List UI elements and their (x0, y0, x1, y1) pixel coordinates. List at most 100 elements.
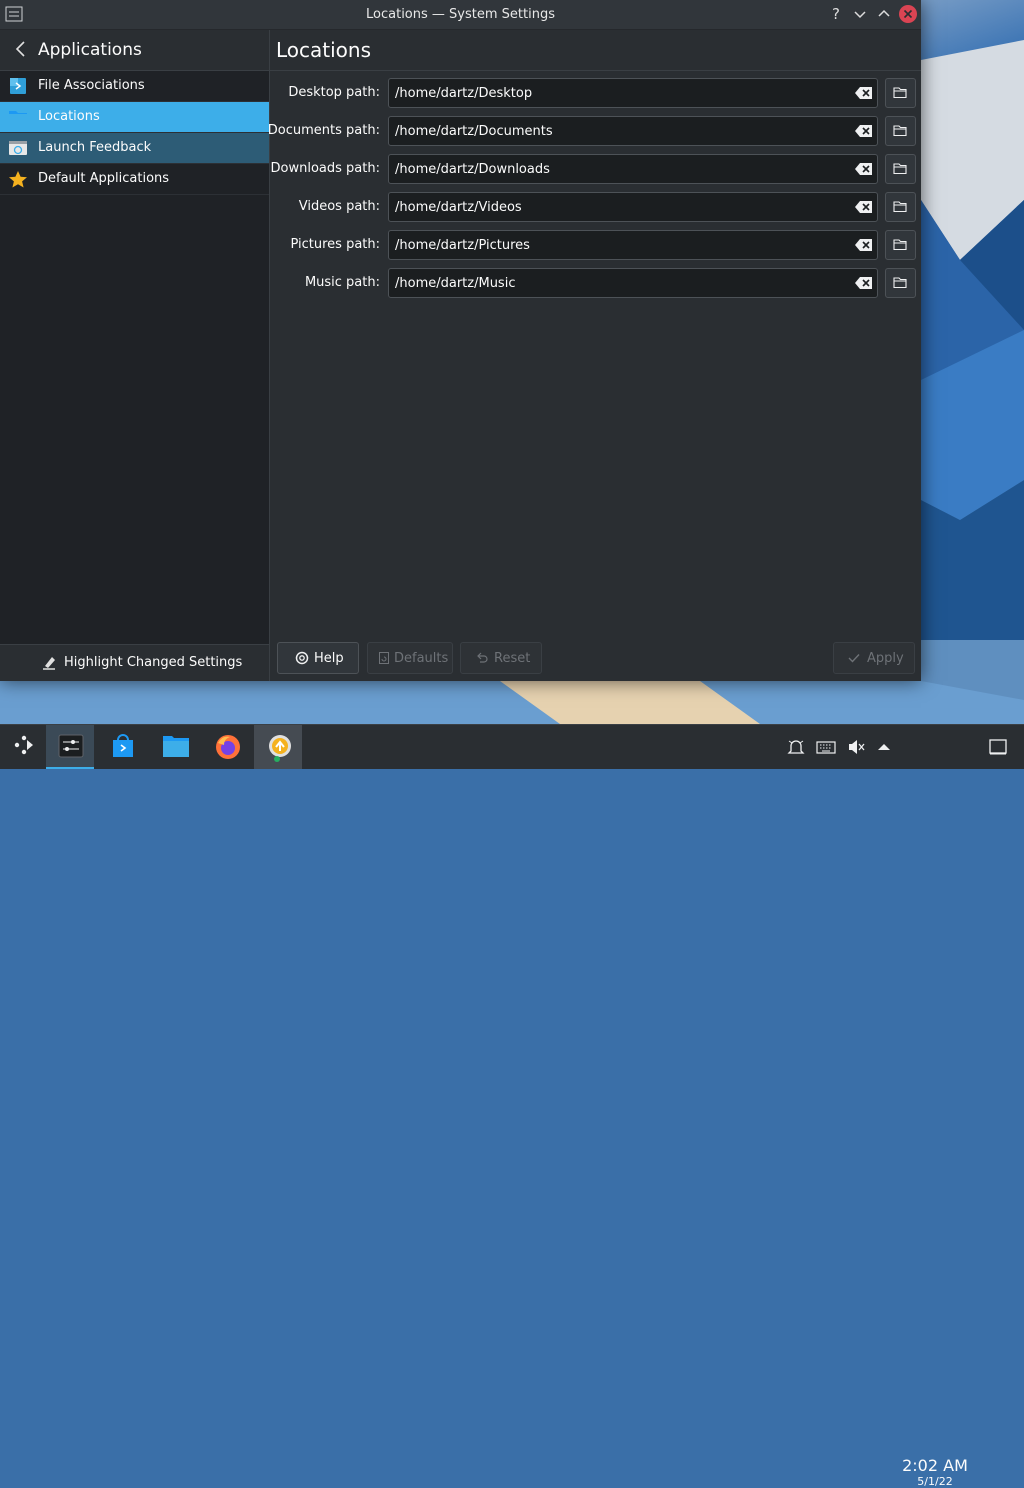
apply-button-label: Apply (867, 651, 904, 666)
minimize-button[interactable] (851, 5, 869, 23)
downloads-browse-button[interactable] (885, 154, 916, 184)
volume-muted-icon[interactable] (846, 737, 866, 757)
clear-text-icon[interactable] (855, 276, 873, 290)
notifications-icon[interactable] (786, 737, 806, 757)
music-path-input[interactable] (395, 269, 835, 297)
sidebar-item-file-associations[interactable]: File Associations (0, 71, 269, 102)
clear-text-icon[interactable] (855, 124, 873, 138)
clock-time[interactable]: 2:02 AM (895, 1456, 975, 1475)
open-folder-icon (893, 201, 907, 213)
documents-path-field (388, 116, 878, 146)
open-folder-icon (893, 239, 907, 251)
documents-path-input[interactable] (395, 117, 835, 145)
file-manager-icon (163, 736, 189, 757)
file-associations-icon (10, 78, 26, 94)
videos-path-field (388, 192, 878, 222)
open-folder-icon (893, 163, 907, 175)
music-path-field (388, 268, 878, 298)
system-settings-icon (58, 734, 84, 758)
clear-text-icon[interactable] (855, 200, 873, 214)
checkmark-icon (848, 654, 860, 663)
discover-store-icon (113, 734, 133, 757)
taskbar-firefox[interactable] (202, 725, 250, 769)
sidebar-item-default-applications[interactable]: Default Applications (0, 164, 269, 195)
taskbar-updater[interactable] (254, 725, 302, 769)
path-label: Documents path: (267, 123, 380, 138)
path-label: Desktop path: (288, 85, 380, 100)
videos-path-row: Videos path: (270, 192, 921, 222)
clock-date[interactable]: 5/1/22 (895, 1475, 975, 1488)
sidebar-header: Applications (0, 30, 269, 71)
open-folder-icon (893, 87, 907, 99)
sidebar-item-label: Default Applications (38, 171, 170, 186)
help-lifebuoy-icon (295, 651, 309, 665)
path-label: Pictures path: (290, 237, 380, 252)
help-titlebar-button[interactable]: ? (827, 5, 845, 23)
music-path-row: Music path: (270, 268, 921, 298)
maximize-button[interactable] (875, 5, 893, 23)
open-folder-icon (893, 125, 907, 137)
help-button[interactable]: Help (277, 642, 359, 674)
chevron-down-icon (854, 11, 866, 19)
pictures-path-row: Pictures path: (270, 230, 921, 260)
sidebar-item-label: File Associations (38, 78, 145, 93)
clear-text-icon[interactable] (855, 238, 873, 252)
application-launcher-button[interactable] (0, 725, 48, 769)
downloads-path-field (388, 154, 878, 184)
path-label: Downloads path: (270, 161, 380, 176)
taskbar-discover[interactable] (98, 725, 146, 769)
sidebar-list: File Associations Locations Launch Feedb… (0, 71, 269, 195)
title-bar: Locations — System Settings ? (0, 0, 921, 30)
pictures-path-field (388, 230, 878, 260)
sidebar: Applications File Associations Locations (0, 30, 270, 681)
close-button[interactable] (899, 5, 917, 23)
pictures-browse-button[interactable] (885, 230, 916, 260)
firefox-icon (216, 735, 240, 759)
tray-expand-icon[interactable] (874, 737, 894, 757)
videos-path-input[interactable] (395, 193, 835, 221)
path-label: Videos path: (298, 199, 380, 214)
videos-browse-button[interactable] (885, 192, 916, 222)
downloads-path-input[interactable] (395, 155, 835, 183)
clear-text-icon[interactable] (855, 86, 873, 100)
star-icon (9, 171, 27, 188)
launch-feedback-icon (9, 141, 27, 155)
apply-button[interactable]: Apply (833, 642, 915, 674)
documents-browse-button[interactable] (885, 116, 916, 146)
keyboard-icon[interactable] (816, 737, 836, 757)
desktop-path-field (388, 78, 878, 108)
back-arrow-icon[interactable] (12, 39, 30, 59)
taskbar: 2:02 AM 5/1/22 (0, 724, 1024, 1488)
sidebar-item-locations[interactable]: Locations (0, 102, 269, 133)
folder-icon (9, 111, 27, 124)
reset-button-label: Reset (494, 651, 531, 666)
window-title: Locations — System Settings (366, 7, 555, 22)
close-icon (903, 9, 913, 19)
sidebar-item-label: Launch Feedback (38, 140, 152, 155)
defaults-button-label: Defaults (394, 651, 449, 666)
documents-path-row: Documents path: (267, 116, 921, 146)
document-revert-icon (379, 652, 389, 664)
downloads-path-row: Downloads path: (270, 154, 921, 184)
system-settings-window: Locations — System Settings ? Applicatio… (0, 0, 921, 681)
main-header: Locations (270, 30, 921, 71)
sidebar-item-label: Locations (38, 109, 100, 124)
clear-text-icon[interactable] (855, 162, 873, 176)
taskbar-dolphin[interactable] (150, 725, 198, 769)
open-folder-icon (893, 277, 907, 289)
highlighter-icon (43, 657, 55, 670)
pictures-path-input[interactable] (395, 231, 835, 259)
highlight-changed-settings-button[interactable]: Highlight Changed Settings (0, 644, 269, 681)
reset-button[interactable]: Reset (460, 642, 542, 674)
sidebar-title: Applications (38, 40, 142, 60)
sidebar-item-launch-feedback[interactable]: Launch Feedback (0, 133, 269, 164)
show-desktop-icon[interactable] (988, 737, 1008, 757)
desktop-browse-button[interactable] (885, 78, 916, 108)
taskbar-system-settings[interactable] (46, 725, 94, 769)
music-browse-button[interactable] (885, 268, 916, 298)
defaults-button[interactable]: Defaults (367, 642, 453, 674)
undo-icon (477, 652, 488, 663)
desktop-path-input[interactable] (395, 79, 835, 107)
steamos-launcher-icon (14, 735, 33, 755)
highlight-changed-settings-label: Highlight Changed Settings (64, 655, 243, 670)
